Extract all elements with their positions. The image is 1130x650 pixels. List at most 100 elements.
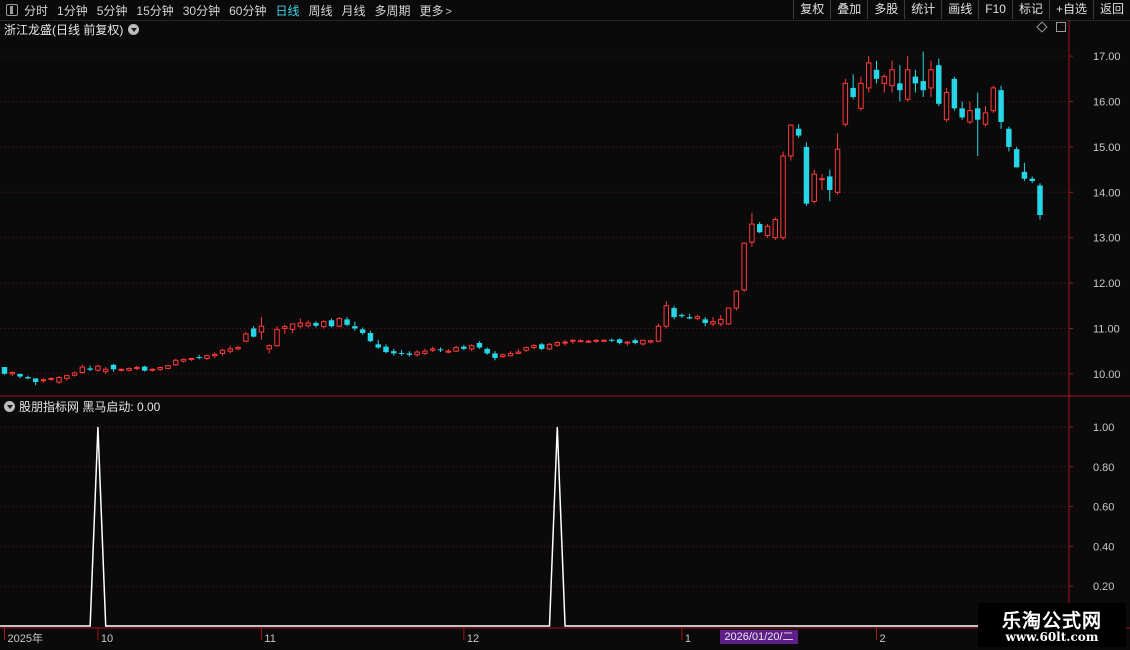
multi-stock-button[interactable]: 多股 — [867, 0, 904, 19]
adjust-button[interactable]: 复权 — [793, 0, 830, 19]
candle-up — [414, 351, 420, 356]
tab-period-1min[interactable]: 1分钟 — [57, 2, 88, 19]
stock-title: 浙江龙盛(日线 前复权) — [4, 21, 140, 38]
candle-up — [297, 322, 304, 327]
candle-up — [165, 365, 171, 369]
candle-up — [429, 348, 436, 351]
tab-period-fenshi[interactable]: 分时 — [24, 2, 48, 19]
candle-up — [928, 69, 934, 89]
tab-period-60min[interactable]: 60分钟 — [229, 2, 266, 19]
overlay-button[interactable]: 叠加 — [830, 0, 867, 19]
candle-down — [461, 346, 467, 349]
candle-down — [1, 367, 8, 374]
candle-up — [733, 290, 740, 309]
candle-up — [282, 326, 288, 329]
tab-period-more[interactable]: 更多 > — [420, 2, 452, 19]
candle-down — [25, 377, 31, 379]
x-tick-label: 2 — [880, 633, 886, 645]
candle-down — [616, 339, 623, 343]
candle-up — [134, 366, 140, 369]
candle-up — [274, 328, 280, 347]
candle-down — [920, 81, 926, 91]
candle-up — [570, 339, 576, 342]
tab-period-30min[interactable]: 30分钟 — [183, 2, 220, 19]
indicator-title-label: 股朋指标网 黑马启动: 0.00 — [19, 400, 161, 414]
candle-up — [9, 371, 16, 375]
draw-line-button[interactable]: 画线 — [941, 0, 978, 19]
candle-down — [803, 146, 810, 204]
candle-up — [523, 347, 529, 351]
tab-period-15min[interactable]: 15分钟 — [136, 2, 173, 19]
f10-button[interactable]: F10 — [978, 0, 1012, 19]
candle-down — [1013, 149, 1020, 168]
candle-up — [211, 353, 218, 357]
y-tick-label: 0.40 — [1093, 541, 1114, 553]
candle-up — [858, 82, 864, 109]
candle-up — [453, 347, 459, 352]
candle-down — [936, 65, 942, 104]
y-tick-label: 0.60 — [1093, 502, 1114, 514]
candle-up — [889, 69, 895, 87]
candle-down — [959, 108, 965, 118]
candle-down — [1021, 171, 1028, 179]
candle-up — [64, 375, 70, 379]
selected-date-badge: 2026/01/20/二 — [720, 630, 798, 644]
maximize-icon[interactable] — [1056, 22, 1066, 32]
candle-up — [188, 357, 195, 360]
candle-down — [897, 83, 903, 91]
candle-up — [445, 350, 452, 353]
candle-up — [157, 366, 163, 370]
statistics-button[interactable]: 统计 — [904, 0, 941, 19]
candle-down — [609, 339, 615, 341]
candle-up — [71, 372, 78, 376]
indicator-title: 股朋指标网 黑马启动: 0.00 — [4, 398, 160, 415]
tab-period-5min[interactable]: 5分钟 — [97, 2, 128, 19]
tab-period-more-label: 更多 — [419, 3, 444, 18]
candle-down — [398, 352, 405, 354]
candle-up — [289, 323, 296, 330]
kline-chart[interactable]: 17.0016.0015.0014.0013.0012.0011.0010.00… — [0, 20, 1130, 650]
candle-down — [538, 344, 545, 349]
tab-period-multi[interactable]: 多周期 — [375, 2, 411, 19]
candle-up — [149, 368, 156, 371]
candle-up — [694, 316, 701, 319]
tab-period-weekly[interactable]: 周线 — [308, 2, 332, 19]
candle-down — [912, 76, 919, 84]
candle-up — [102, 368, 109, 373]
tab-period-monthly[interactable]: 月线 — [342, 2, 366, 19]
mark-button[interactable]: 标记 — [1011, 0, 1049, 19]
candle-up — [180, 358, 187, 362]
candle-up — [266, 345, 272, 350]
candle-up — [943, 91, 950, 121]
y-tick-label: 12.00 — [1093, 278, 1121, 290]
candle-down — [437, 349, 444, 351]
x-tick-label: 12 — [467, 633, 479, 645]
add-watchlist-button[interactable]: +自选 — [1048, 0, 1093, 19]
candle-down — [383, 346, 389, 353]
candle-up — [48, 377, 54, 380]
candle-up — [881, 76, 888, 84]
candle-down — [873, 69, 880, 79]
dropdown-icon[interactable] — [128, 24, 140, 35]
toolbar-actions: 复权 叠加 多股 统计 画线 F10 标记 +自选 返回 — [793, 0, 1130, 20]
back-button[interactable]: 返回 — [1092, 0, 1130, 19]
candle-up — [515, 351, 522, 354]
panel-toggle-icon[interactable] — [6, 4, 18, 16]
candle-up — [305, 322, 311, 327]
candle-down — [313, 323, 319, 326]
indicator-line — [0, 426, 1069, 627]
indicator-dropdown-icon[interactable] — [4, 401, 15, 412]
stock-title-label: 浙江龙盛(日线 前复权) — [4, 23, 124, 37]
candle-down — [702, 319, 708, 324]
chevron-right-icon: > — [445, 5, 452, 18]
candle-up — [585, 340, 592, 343]
candle-up — [819, 178, 825, 181]
y-tick-label: 0.20 — [1093, 581, 1114, 593]
candle-up — [780, 155, 786, 239]
candle-down — [951, 78, 958, 109]
candle-down — [367, 333, 374, 342]
stock-chart-window: 分时 1分钟 5分钟 15分钟 30分钟 60分钟 日线 周线 月线 多周期 更… — [0, 0, 1130, 650]
tab-period-daily[interactable]: 日线 — [275, 2, 299, 19]
candle-up — [640, 339, 646, 345]
candle-down — [196, 357, 202, 359]
